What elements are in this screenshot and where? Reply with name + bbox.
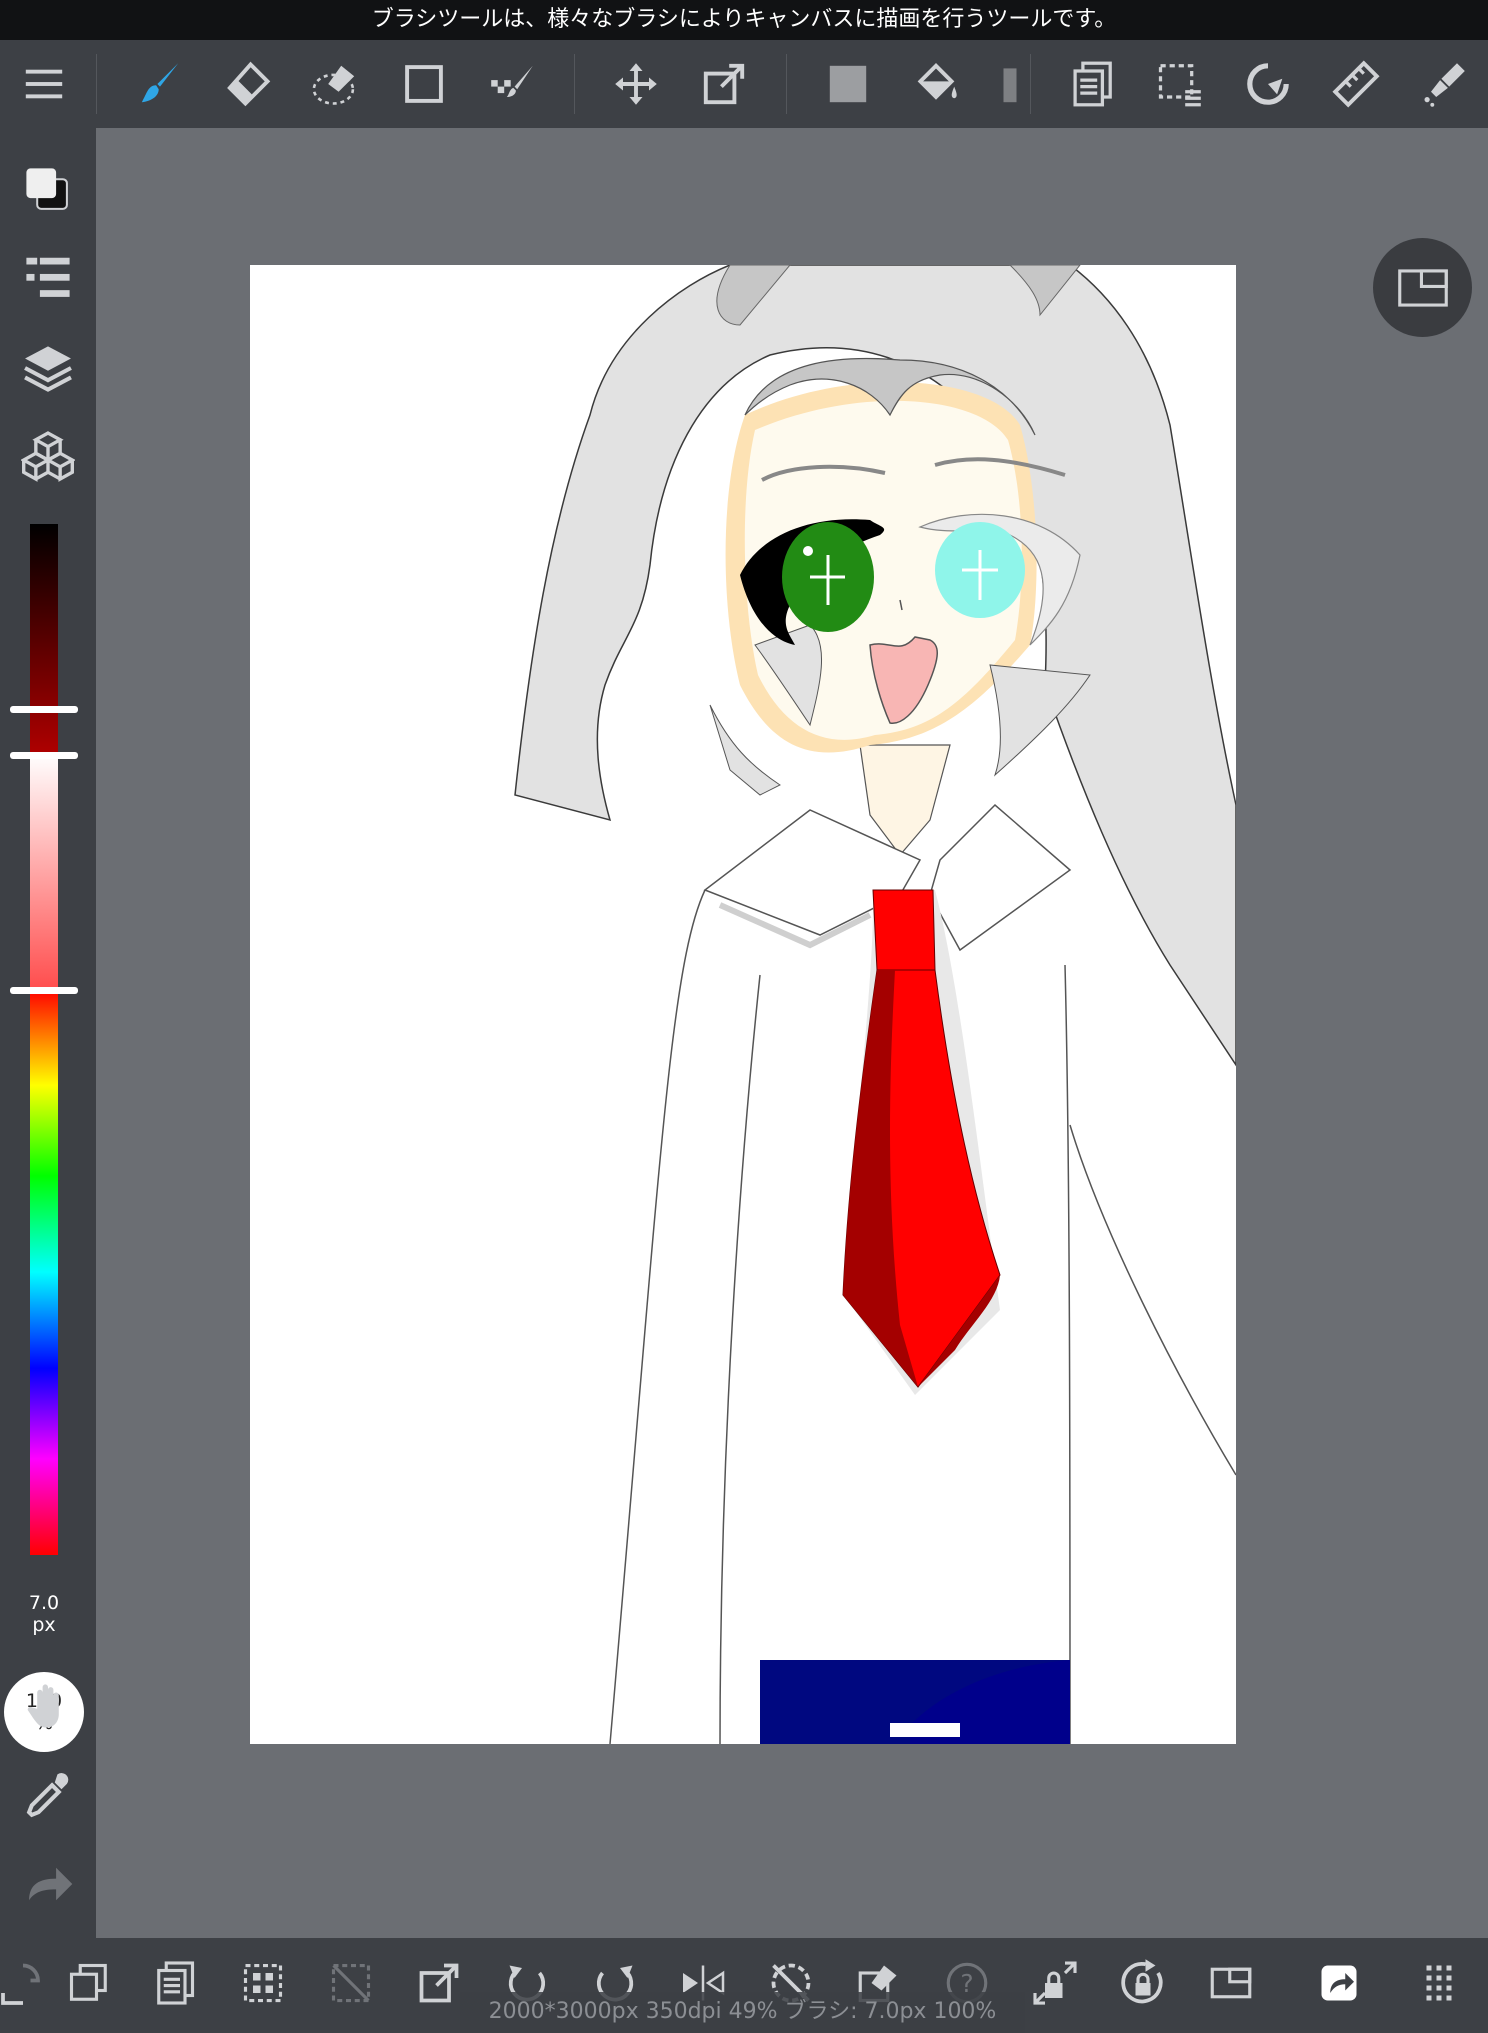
navigator-icon bbox=[1397, 268, 1448, 307]
deselect-icon[interactable] bbox=[316, 1948, 386, 2018]
left-sidebar: 7.0 px 100 % bbox=[0, 128, 96, 1938]
transform-icon[interactable] bbox=[688, 48, 760, 120]
bucket-icon[interactable] bbox=[900, 48, 972, 120]
brush-icon[interactable] bbox=[124, 48, 196, 120]
move-icon[interactable] bbox=[600, 48, 672, 120]
dot-brush-icon[interactable] bbox=[476, 48, 548, 120]
copy-paste-icon[interactable] bbox=[1056, 48, 1128, 120]
brush-list-icon[interactable] bbox=[12, 242, 84, 314]
eraser-icon[interactable] bbox=[212, 48, 284, 120]
drawing-canvas[interactable] bbox=[250, 265, 1236, 1744]
more-options-icon[interactable] bbox=[1404, 1948, 1474, 2018]
color-swatch[interactable] bbox=[12, 154, 84, 226]
menu-icon[interactable] bbox=[8, 48, 80, 120]
fill-rect-icon[interactable] bbox=[812, 48, 884, 120]
rotation-lock-icon[interactable] bbox=[1108, 1948, 1178, 2018]
gradient-icon[interactable] bbox=[974, 48, 1046, 120]
layers-icon[interactable] bbox=[12, 332, 84, 404]
blur-eraser-icon[interactable] bbox=[300, 48, 372, 120]
lasso-icon[interactable] bbox=[1232, 48, 1304, 120]
duplicate-layer-icon[interactable] bbox=[54, 1948, 124, 2018]
fit-screen-icon[interactable] bbox=[1196, 1948, 1266, 2018]
saturation-slider-handle[interactable] bbox=[10, 752, 78, 759]
select-all-icon[interactable] bbox=[228, 1948, 298, 2018]
auto-select-icon[interactable] bbox=[1408, 48, 1480, 120]
import-icon[interactable] bbox=[0, 1948, 58, 2018]
hue-slider-handle[interactable] bbox=[10, 987, 78, 994]
navigator-button[interactable] bbox=[1373, 238, 1472, 337]
materials-icon[interactable] bbox=[12, 420, 84, 492]
hand-icon[interactable] bbox=[12, 1670, 84, 1742]
share-icon[interactable] bbox=[1304, 1948, 1374, 2018]
hue-slider[interactable] bbox=[30, 989, 58, 1555]
ruler-icon[interactable] bbox=[1320, 48, 1392, 120]
select-rect-icon[interactable] bbox=[1144, 48, 1216, 120]
canvas-lock-icon[interactable] bbox=[1020, 1948, 1090, 2018]
canvas-status-bar: 2000*3000px 350dpi 49% ブラシ: 7.0px 100% bbox=[460, 1992, 1025, 2033]
redo-icon[interactable] bbox=[12, 1848, 84, 1920]
brush-size-value: 7.0 bbox=[28, 1592, 60, 1614]
brush-size-unit: px bbox=[32, 1614, 56, 1636]
brightness-slider-handle[interactable] bbox=[10, 706, 78, 713]
brush-size-readout[interactable]: 7.0 px bbox=[0, 1593, 88, 1635]
shape-rectangle-icon[interactable] bbox=[388, 48, 460, 120]
paste-icon[interactable] bbox=[140, 1948, 210, 2018]
eyedropper-icon[interactable] bbox=[12, 1760, 84, 1832]
top-toolbar bbox=[0, 40, 1488, 128]
tool-hint-bar: ブラシツールは、様々なブラシによりキャンバスに描画を行うツールです。 bbox=[0, 0, 1488, 40]
